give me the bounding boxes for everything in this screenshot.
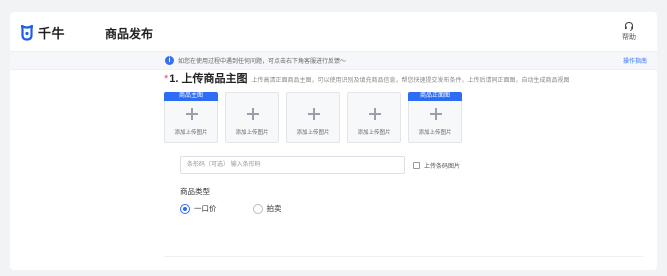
section-title: * 1. 上传商品主图 上传高清正面商品主图，可以使用识别及填充商品信息，帮您快… — [164, 70, 644, 86]
upload-tile-front[interactable]: 商品正面图 添加上传图片 — [408, 92, 462, 143]
radio-auction[interactable]: 拍卖 — [252, 203, 282, 214]
logo-text: 千牛 — [38, 26, 66, 41]
upload-tile-main[interactable]: 商品主图 添加上传图片 — [164, 92, 218, 143]
upload-tile[interactable]: 添加上传图片 — [286, 92, 340, 143]
radio-label: 拍卖 — [266, 204, 282, 213]
notice-text: 如您在使用过程中遇到任何问题，可点击右下角客服进行反馈～ — [178, 59, 347, 65]
headset-icon — [625, 21, 633, 31]
help-label: 帮助 — [622, 34, 636, 41]
top-header: 千牛 商品发布 帮助 — [10, 12, 657, 52]
radio-button[interactable] — [252, 203, 263, 214]
barcode-image-checkbox[interactable] — [413, 161, 420, 169]
page-title: 商品发布 — [105, 27, 154, 41]
tile-label: 添加上传图片 — [296, 130, 330, 136]
plus-icon — [369, 108, 381, 120]
tile-tag: 商品正面图 — [408, 92, 462, 101]
upload-section: * 1. 上传商品主图 上传高清正面商品主图，可以使用识别及填充商品信息，帮您快… — [164, 70, 644, 214]
product-type-radios: 一口价 拍卖 — [180, 203, 644, 214]
upload-tile[interactable]: 添加上传图片 — [347, 92, 401, 143]
plus-icon — [430, 108, 442, 120]
tile-label: 添加上传图片 — [235, 130, 269, 136]
tile-tag: 商品主图 — [164, 92, 218, 101]
help-button[interactable]: 帮助 — [617, 21, 641, 42]
radio-button-selected[interactable] — [180, 203, 190, 214]
radio-label: 一口价 — [194, 204, 217, 213]
upload-tile[interactable]: 添加上传图片 — [225, 92, 279, 143]
barcode-image-label: 上传条码图片 — [424, 163, 461, 170]
barcode-input[interactable]: 条形码（可选） 输入条形码 — [180, 156, 405, 174]
section-heading: 1. 上传商品主图 — [169, 73, 248, 85]
plus-icon — [186, 108, 198, 120]
guide-link[interactable]: 操作指南 — [623, 56, 647, 65]
image-upload-tiles: 商品主图 添加上传图片 添加上传图片 添加上传图片 添加上传图片 商品正面图 添… — [164, 92, 644, 143]
app-logo[interactable]: 千牛 — [20, 23, 65, 42]
qianniu-logo-icon — [20, 24, 34, 41]
product-type-label: 商品类型 — [180, 187, 210, 196]
plus-icon — [247, 108, 259, 120]
radio-fixed-price[interactable]: 一口价 — [180, 203, 217, 214]
section-hint: 上传高清正面商品主图，可以使用识别及填充商品信息，帮您快速提交发布条件，上传后请… — [251, 78, 570, 84]
section-divider — [164, 256, 643, 262]
required-mark: * — [164, 73, 169, 85]
tile-label: 添加上传图片 — [418, 130, 452, 136]
tile-label: 添加上传图片 — [357, 130, 391, 136]
info-icon: i — [165, 56, 174, 65]
tile-label: 添加上传图片 — [174, 130, 208, 136]
plus-icon — [308, 108, 320, 120]
notice-bar: i 如您在使用过程中遇到任何问题，可点击右下角客服进行反馈～ 操作指南 — [10, 52, 657, 70]
barcode-row: 条形码（可选） 输入条形码 上传条码图片 — [180, 156, 644, 174]
barcode-image-option[interactable]: 上传条码图片 — [413, 161, 460, 170]
app-window: 千牛 商品发布 帮助 i 如您在使用过程中遇到任何问题，可点击右下角客服进行反馈… — [10, 12, 657, 270]
